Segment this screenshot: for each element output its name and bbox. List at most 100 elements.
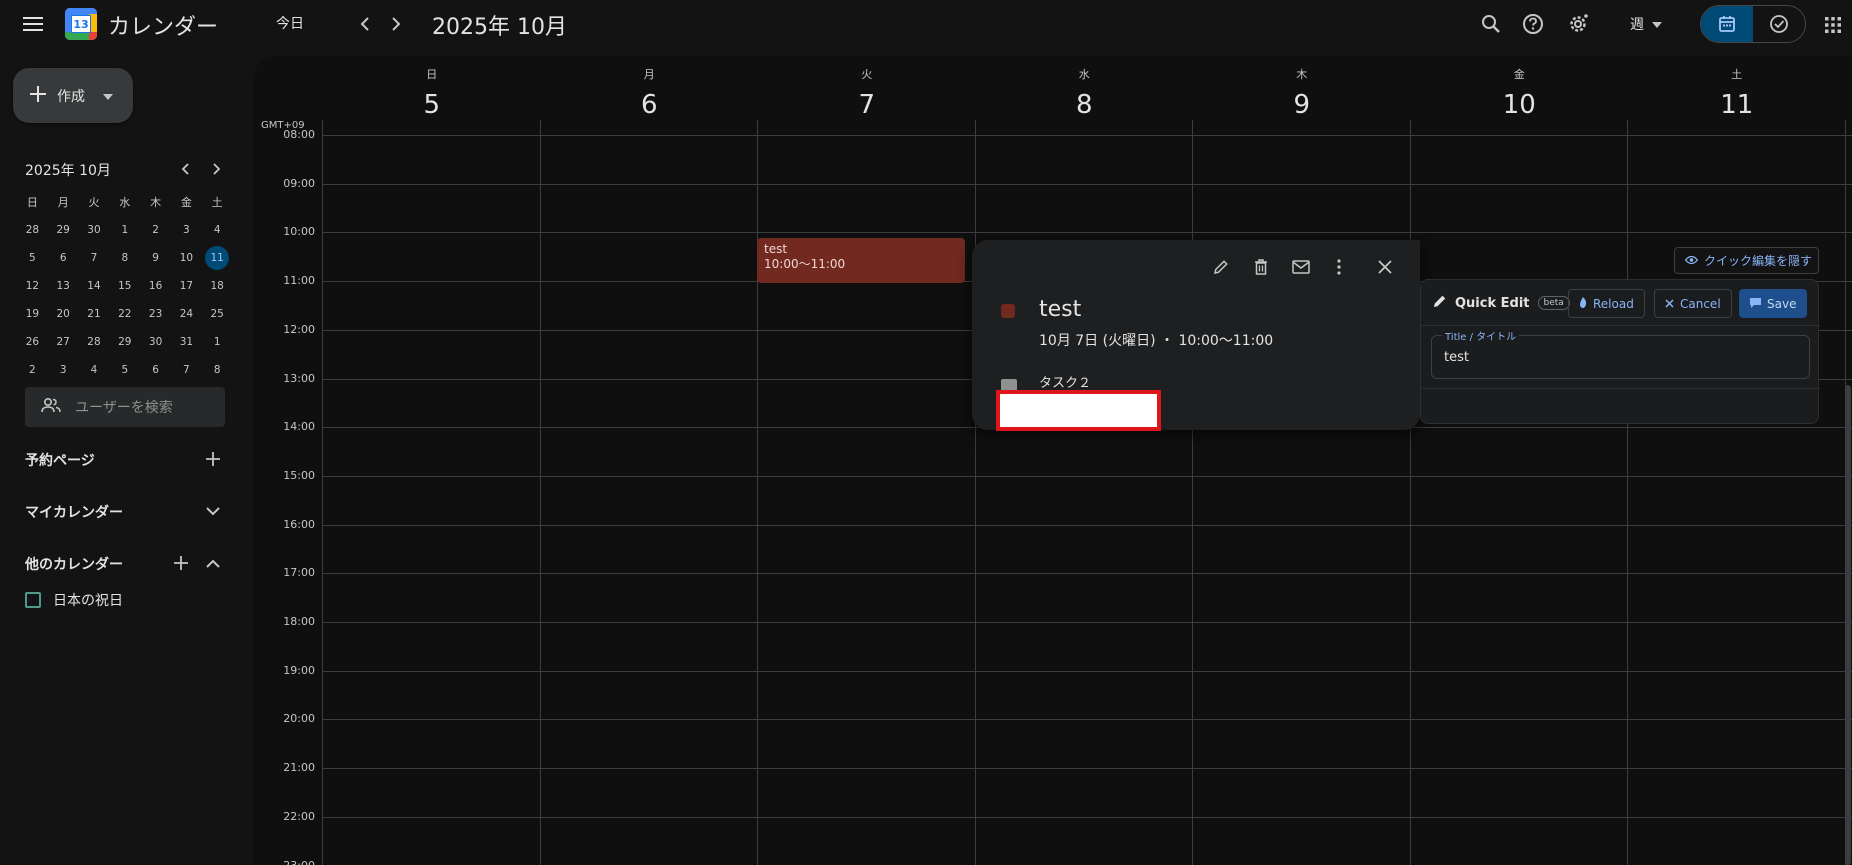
mini-day[interactable]: 11 — [202, 244, 233, 272]
hide-quick-edit-button[interactable]: クイック編集を隠す — [1674, 247, 1819, 274]
day-number[interactable]: 7 — [758, 90, 976, 120]
mini-day[interactable]: 2 — [17, 356, 48, 384]
mini-day[interactable]: 7 — [79, 244, 110, 272]
mini-day[interactable]: 9 — [140, 244, 171, 272]
cancel-button[interactable]: Cancel — [1654, 289, 1732, 318]
mini-day[interactable]: 30 — [79, 216, 110, 244]
email-envelope-icon[interactable] — [1287, 253, 1315, 281]
google-apps-icon[interactable] — [1820, 12, 1846, 38]
hour-label: 11:00 — [283, 274, 315, 288]
mini-day-number: 26 — [25, 336, 40, 348]
day-column-header[interactable]: 日5 — [323, 56, 541, 120]
more-options-icon[interactable] — [1325, 253, 1353, 281]
mini-day[interactable]: 1 — [109, 216, 140, 244]
add-other-calendar-icon[interactable] — [170, 552, 192, 574]
edit-pencil-icon[interactable] — [1207, 253, 1235, 281]
mini-day[interactable]: 29 — [109, 328, 140, 356]
day-number[interactable]: 9 — [1193, 90, 1411, 120]
view-select[interactable]: 週 — [1620, 11, 1672, 37]
title-field-value[interactable]: test — [1444, 350, 1469, 365]
mini-day[interactable]: 17 — [171, 272, 202, 300]
mini-day[interactable]: 8 — [202, 356, 233, 384]
previous-week-icon[interactable] — [353, 12, 377, 36]
app-title[interactable]: カレンダー — [108, 9, 218, 41]
chevron-up-icon[interactable] — [202, 552, 224, 574]
mini-day[interactable]: 20 — [48, 300, 79, 328]
day-number[interactable]: 8 — [976, 90, 1194, 120]
mini-day[interactable]: 4 — [202, 216, 233, 244]
day-number[interactable]: 11 — [1628, 90, 1846, 120]
mini-day[interactable]: 23 — [140, 300, 171, 328]
mini-day[interactable]: 21 — [79, 300, 110, 328]
day-column-header[interactable]: 水8 — [976, 56, 1194, 120]
reload-button[interactable]: Reload — [1568, 289, 1645, 318]
event-block-test[interactable]: test 10:00～11:00 — [757, 238, 965, 283]
mini-day[interactable]: 12 — [17, 272, 48, 300]
user-search-input[interactable]: ユーザーを検索 — [25, 387, 225, 427]
mini-day[interactable]: 28 — [79, 328, 110, 356]
mini-day[interactable]: 3 — [171, 216, 202, 244]
mini-calendar-previous-icon[interactable] — [176, 159, 196, 179]
mini-day-number: 29 — [56, 224, 70, 236]
create-button[interactable]: 作成 — [13, 68, 133, 123]
day-number[interactable]: 6 — [541, 90, 759, 120]
tasks-view-icon[interactable] — [1753, 6, 1805, 42]
help-icon[interactable] — [1520, 11, 1546, 37]
mini-day[interactable]: 14 — [79, 272, 110, 300]
mini-day[interactable]: 5 — [109, 356, 140, 384]
mini-day[interactable]: 26 — [17, 328, 48, 356]
calendar-logo-icon: 13 — [65, 8, 97, 40]
mini-day[interactable]: 19 — [17, 300, 48, 328]
mini-day[interactable]: 1 — [202, 328, 233, 356]
mini-day[interactable]: 25 — [202, 300, 233, 328]
mini-day[interactable]: 31 — [171, 328, 202, 356]
day-number[interactable]: 10 — [1411, 90, 1629, 120]
event-detail-popup: test 10月 7日 (火曜日) ・ 10:00～11:00 タスク２ — [972, 240, 1420, 431]
mini-day[interactable]: 27 — [48, 328, 79, 356]
mini-day[interactable]: 6 — [140, 356, 171, 384]
mini-day[interactable]: 5 — [17, 244, 48, 272]
next-week-icon[interactable] — [384, 12, 408, 36]
search-icon[interactable] — [1478, 11, 1504, 37]
day-column-header[interactable]: 月6 — [541, 56, 759, 120]
holiday-checkbox[interactable] — [25, 592, 41, 608]
mini-day[interactable]: 22 — [109, 300, 140, 328]
day-column-header[interactable]: 火7 — [758, 56, 976, 120]
title-input-field[interactable]: Title / タイトル test — [1431, 328, 1810, 379]
main-menu-icon[interactable] — [18, 10, 48, 38]
chevron-down-icon[interactable] — [202, 500, 224, 522]
mini-day[interactable]: 10 — [171, 244, 202, 272]
my-calendars-heading[interactable]: マイカレンダー — [25, 502, 123, 522]
mini-day[interactable]: 6 — [48, 244, 79, 272]
mini-day[interactable]: 2 — [140, 216, 171, 244]
mini-day[interactable]: 30 — [140, 328, 171, 356]
save-button[interactable]: Save — [1739, 289, 1808, 318]
mini-day[interactable]: 28 — [17, 216, 48, 244]
mini-day[interactable]: 15 — [109, 272, 140, 300]
mini-day[interactable]: 16 — [140, 272, 171, 300]
day-column-header[interactable]: 金 10 — [1411, 56, 1629, 120]
calendar-item-holidays[interactable]: 日本の祝日 — [25, 590, 123, 610]
mini-day[interactable]: 4 — [79, 356, 110, 384]
add-booking-page-icon[interactable] — [202, 448, 224, 470]
day-number[interactable]: 5 — [323, 90, 541, 120]
mini-day[interactable]: 7 — [171, 356, 202, 384]
mini-day[interactable]: 3 — [48, 356, 79, 384]
mini-day[interactable]: 8 — [109, 244, 140, 272]
mini-day[interactable]: 13 — [48, 272, 79, 300]
day-column-header[interactable]: 土 11 — [1628, 56, 1846, 120]
mini-calendar-next-icon[interactable] — [206, 159, 226, 179]
settings-gear-icon[interactable] — [1565, 11, 1591, 37]
mini-day[interactable]: 29 — [48, 216, 79, 244]
mini-day[interactable]: 24 — [171, 300, 202, 328]
time-grid[interactable] — [322, 120, 1852, 865]
close-icon[interactable] — [1371, 253, 1399, 281]
calendar-view-icon[interactable] — [1701, 6, 1753, 42]
day-column-header[interactable]: 木9 — [1193, 56, 1411, 120]
mini-day[interactable]: 18 — [202, 272, 233, 300]
delete-trash-icon[interactable] — [1247, 253, 1275, 281]
vertical-scrollbar[interactable] — [1845, 385, 1851, 865]
other-calendars-heading[interactable]: 他のカレンダー — [25, 554, 123, 574]
hour-label: 23:00 — [283, 858, 315, 865]
today-button[interactable]: 今日 — [268, 12, 312, 36]
